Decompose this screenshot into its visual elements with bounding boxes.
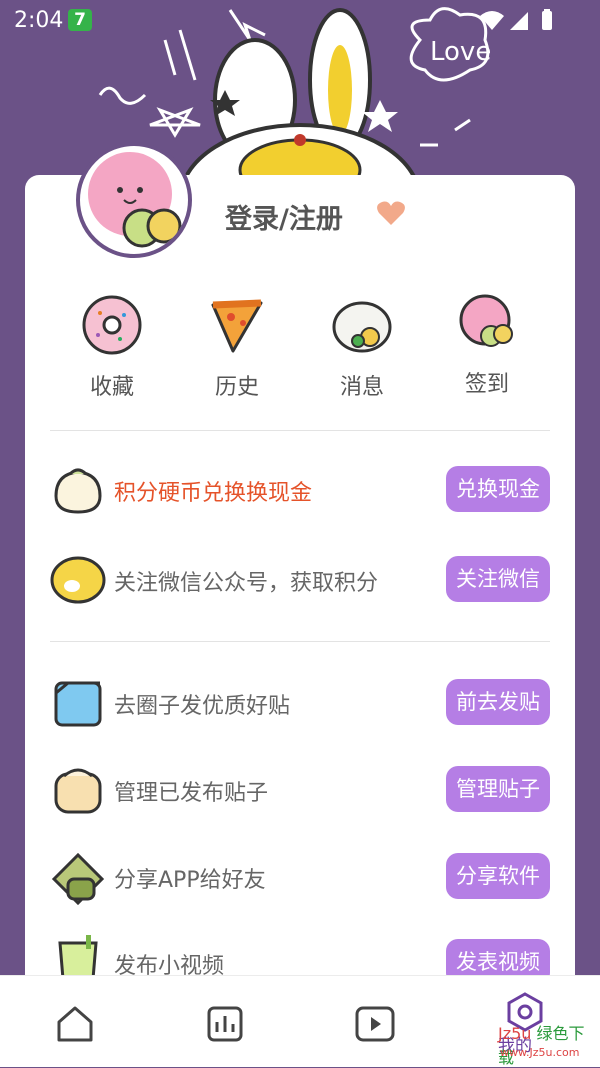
watermark: Jz5u 绿色下载 <box>498 1020 600 1068</box>
checkin-label: 签到 <box>464 372 509 397</box>
history-button[interactable]: 历史 <box>187 293 287 401</box>
favorites-label: 收藏 <box>89 375 134 400</box>
play-icon[interactable] <box>345 994 405 1054</box>
messages-button[interactable]: 消息 <box>312 293 412 401</box>
share-app-button[interactable]: 分享软件 <box>446 853 550 899</box>
task-row-redeem: 积分硬币兑换换现金 兑换现金 <box>50 462 550 518</box>
lemon-icon <box>50 556 106 604</box>
task-text: 去圈子发优质好贴 <box>114 694 291 719</box>
dumpling-icon <box>54 768 102 814</box>
bottom-navigation: 我的 Jz5u 绿色下载 www.Jz5u.com <box>0 975 600 1067</box>
rabbit-icon <box>178 8 422 200</box>
rice-ball-icon <box>332 301 392 353</box>
login-register-link[interactable]: 登录/注册 <box>225 197 343 236</box>
task-row-share: 分享APP给好友 分享软件 <box>50 849 550 905</box>
ice-cube-icon <box>54 681 102 727</box>
manage-posts-button[interactable]: 管理贴子 <box>446 766 550 812</box>
watermark-text: Jz5u <box>498 1024 532 1043</box>
go-post-button[interactable]: 前去发贴 <box>446 679 550 725</box>
avatar[interactable] <box>76 142 192 258</box>
watermark-url: www.Jz5u.com <box>500 1046 580 1059</box>
pizza-icon <box>211 299 263 353</box>
favorites-button[interactable]: 收藏 <box>62 293 162 401</box>
task-text: 管理已发布贴子 <box>114 781 269 806</box>
macaron-avatar-icon <box>88 152 182 248</box>
svg-text:Love: Love <box>430 37 491 67</box>
task-text: 分享APP给好友 <box>114 868 266 893</box>
divider <box>50 430 550 431</box>
macaron-icon <box>459 294 513 347</box>
task-text: 关注微信公众号，获取积分 <box>114 571 379 596</box>
toast-icon <box>51 852 105 905</box>
task-row-wechat: 关注微信公众号，获取积分 关注微信 <box>50 552 550 608</box>
heart-icon <box>377 201 405 225</box>
donut-icon <box>82 295 142 355</box>
checkin-button[interactable]: 签到 <box>437 290 537 398</box>
task-row-post: 去圈子发优质好贴 前去发贴 <box>50 675 550 731</box>
quick-actions: 收藏 历史 消息 签到 <box>25 290 575 400</box>
bun-icon <box>54 468 102 514</box>
chart-icon[interactable] <box>195 994 255 1054</box>
task-text: 积分硬币兑换换现金 <box>114 481 313 506</box>
redeem-cash-button[interactable]: 兑换现金 <box>446 466 550 512</box>
follow-wechat-button[interactable]: 关注微信 <box>446 556 550 602</box>
history-label: 历史 <box>214 375 259 400</box>
profile-card: 登录/注册 收藏 历史 消息 签到 积分硬币兑换换现金 兑换现金 关注微信公众号… <box>25 175 575 985</box>
messages-label: 消息 <box>339 375 384 400</box>
divider <box>50 641 550 642</box>
task-row-manage: 管理已发布贴子 管理贴子 <box>50 762 550 818</box>
home-icon[interactable] <box>45 994 105 1054</box>
